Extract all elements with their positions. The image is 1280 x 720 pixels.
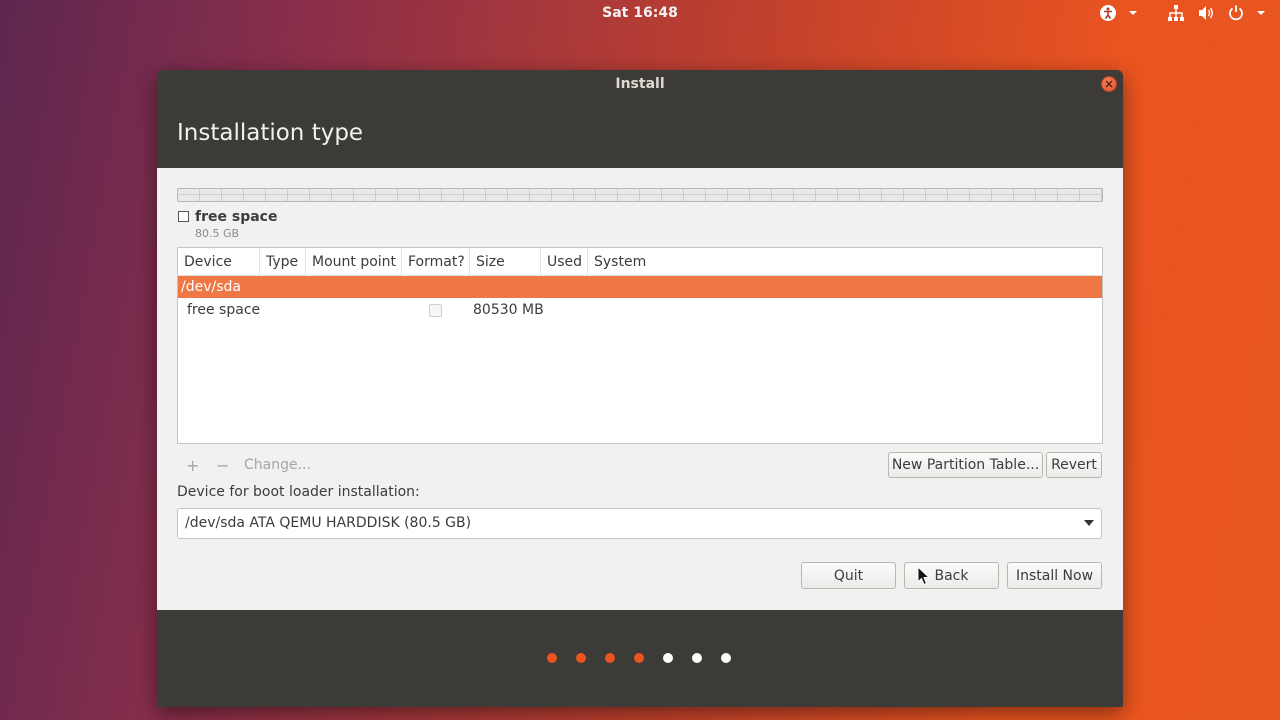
window-titlebar[interactable]: Install <box>157 70 1123 98</box>
partition-table[interactable]: Device Type Mount point Format? Size Use… <box>177 247 1103 444</box>
column-header-type[interactable]: Type <box>260 248 306 276</box>
progress-dot-completed <box>605 653 615 663</box>
mouse-pointer-icon <box>917 566 931 586</box>
legend-swatch <box>178 211 189 222</box>
power-icon[interactable] <box>1226 3 1246 23</box>
progress-footer <box>157 610 1123 707</box>
progress-dot-pending <box>663 653 673 663</box>
network-icon[interactable] <box>1166 3 1186 23</box>
dropdown-arrow-icon <box>1084 520 1094 526</box>
change-partition-button[interactable]: Change... <box>244 457 311 473</box>
remove-partition-button[interactable]: − <box>216 456 229 475</box>
install-window: Install Installation type free space 80.… <box>157 70 1123 707</box>
column-header-system[interactable]: System <box>588 248 1102 276</box>
close-button[interactable] <box>1101 76 1117 92</box>
progress-dots <box>547 653 731 663</box>
partition-bar <box>177 188 1103 202</box>
boot-loader-select[interactable]: /dev/sda ATA QEMU HARDDISK (80.5 GB) <box>177 508 1102 539</box>
legend-size: 80.5 GB <box>195 227 240 240</box>
table-row-selected[interactable]: /dev/sda <box>178 276 1102 298</box>
column-header-size[interactable]: Size <box>470 248 541 276</box>
chevron-down-icon[interactable] <box>1128 3 1138 23</box>
cell-device: free space <box>187 302 261 318</box>
progress-dot-completed <box>547 653 557 663</box>
progress-dot-completed <box>576 653 586 663</box>
add-partition-button[interactable]: + <box>186 456 199 475</box>
table-row[interactable]: free space 80530 MB <box>178 299 1102 323</box>
column-header-format[interactable]: Format? <box>402 248 470 276</box>
window-title: Install <box>615 76 665 92</box>
progress-dot-pending <box>721 653 731 663</box>
clock[interactable]: Sat 16:48 <box>0 5 1280 21</box>
revert-button[interactable]: Revert <box>1046 452 1102 478</box>
column-header-used[interactable]: Used <box>541 248 588 276</box>
column-header-mount-point[interactable]: Mount point <box>306 248 402 276</box>
cell-size: 80530 MB <box>473 302 544 318</box>
table-header: Device Type Mount point Format? Size Use… <box>178 248 1102 276</box>
accessibility-icon[interactable] <box>1098 3 1118 23</box>
progress-dot-pending <box>692 653 702 663</box>
volume-icon[interactable] <box>1196 3 1216 23</box>
top-panel: Sat 16:48 <box>0 0 1280 27</box>
close-icon <box>1105 80 1113 88</box>
boot-loader-label: Device for boot loader installation: <box>177 484 420 500</box>
system-tray <box>1098 3 1266 23</box>
quit-button[interactable]: Quit <box>801 562 896 589</box>
legend-name: free space <box>195 209 278 225</box>
progress-dot-completed <box>634 653 644 663</box>
partition-toolbar: + − Change... New Partition Table... Rev… <box>177 452 1103 480</box>
page-title: Installation type <box>177 120 364 146</box>
boot-loader-value: /dev/sda ATA QEMU HARDDISK (80.5 GB) <box>185 515 472 531</box>
installer-content: free space 80.5 GB Device Type Mount poi… <box>157 168 1123 610</box>
column-header-device[interactable]: Device <box>178 248 260 276</box>
install-now-button[interactable]: Install Now <box>1007 562 1102 589</box>
format-checkbox[interactable] <box>429 304 442 317</box>
chevron-down-icon[interactable] <box>1256 3 1266 23</box>
page-header: Installation type <box>157 98 1123 168</box>
new-partition-table-button[interactable]: New Partition Table... <box>888 452 1043 478</box>
